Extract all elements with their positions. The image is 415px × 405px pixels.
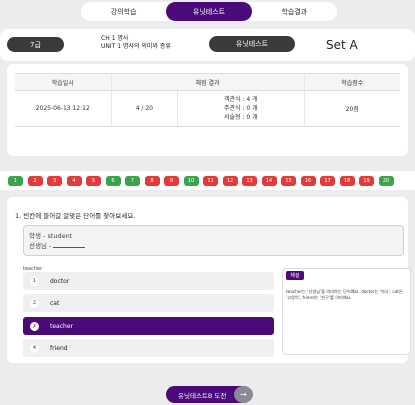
question-number-9[interactable]: 9 (164, 176, 179, 186)
tab-unit-test[interactable]: 유닛테스트 (166, 2, 252, 21)
option-number: 4 (30, 343, 39, 353)
tab-results[interactable]: 학습결과 (252, 2, 337, 21)
explanation-badge: 해설 (286, 271, 304, 280)
question-card: 1. 빈칸에 들어갈 알맞은 단어를 찾아보세요. 학생 - student 선… (7, 197, 411, 363)
lesson-header: 7급 CH 1 명사 UNIT 1 명사의 의미와 종류 유닛테스트 Set A (0, 29, 415, 61)
option-text: friend (50, 344, 68, 352)
explanation-panel: 해설 teacher는 '선생님'을 의미하는 단어예요. doctor는 '의… (282, 268, 411, 355)
wrong-mark-icon: ✗ (30, 321, 39, 331)
grade-badge: 7급 (7, 37, 64, 52)
option-2[interactable]: 2 cat (23, 294, 274, 312)
option-1[interactable]: 1 doctor (23, 272, 274, 290)
result-card: 학습일시 채점 결과 학습점수 2025-06-13 12:12 4 / 20 … (7, 64, 408, 156)
result-table: 학습일시 채점 결과 학습점수 2025-06-13 12:12 4 / 20 … (15, 73, 400, 127)
question-number-7[interactable]: 7 (125, 176, 140, 186)
option-number: 1 (30, 276, 39, 286)
challenge-unit-test-b-button[interactable]: 유닛테스트B 도전 → (166, 386, 253, 403)
question-number-1[interactable]: 1 (8, 176, 23, 186)
option-text: teacher (50, 322, 73, 330)
question-number-17[interactable]: 17 (320, 176, 335, 186)
question-prompt: 학생 - student 선생님 - (23, 225, 404, 256)
result-types: 객관식 : 4 개 주관식 : 0 개 서술형 : 0 개 (177, 90, 304, 127)
result-correct: 4 / 20 (110, 90, 178, 127)
chapter-title: CH 1 명사 (101, 35, 129, 42)
set-label: Set A (326, 38, 358, 52)
explanation-text: teacher는 '선생님'을 의미하는 단어예요. doctor는 '의사',… (286, 289, 403, 300)
arrow-right-icon[interactable]: → (234, 386, 253, 403)
option-3[interactable]: ✗ teacher (23, 317, 274, 335)
question-number-strip: 1 2 3 4 5 6 7 8 9 10 11 12 13 14 15 16 17 18 19 20 (0, 171, 415, 190)
objective-count: 객관식 : 4 개 (224, 96, 258, 103)
prompt-line-1: 학생 - student (29, 232, 73, 240)
unit-test-badge: 유닛테스트 (209, 36, 295, 52)
question-number-6[interactable]: 6 (105, 176, 121, 186)
question-number-15[interactable]: 15 (281, 176, 296, 186)
question-number-3[interactable]: 3 (47, 176, 62, 186)
descriptive-count: 서술형 : 0 개 (224, 114, 258, 121)
chapter-info: CH 1 명사 UNIT 1 명사의 의미와 종류 (101, 35, 171, 51)
question-number-19[interactable]: 19 (359, 176, 374, 186)
option-4[interactable]: 4 friend (23, 339, 274, 357)
blank-line (53, 242, 86, 248)
question-number-8[interactable]: 8 (144, 176, 160, 186)
option-text: doctor (50, 277, 70, 285)
tab-lecture[interactable]: 강의학습 (81, 2, 166, 21)
cta-label: 유닛테스트B 도전 (178, 391, 227, 400)
option-text: cat (50, 299, 60, 307)
subjective-count: 주관식 : 0 개 (224, 105, 258, 112)
question-number-20[interactable]: 20 (378, 176, 394, 186)
question-number-13[interactable]: 13 (242, 176, 257, 186)
question-number-12[interactable]: 12 (222, 176, 238, 186)
top-tab-bar: 강의학습 유닛테스트 학습결과 (81, 2, 337, 21)
header-grading: 채점 결과 (110, 73, 304, 91)
question-number-18[interactable]: 18 (339, 176, 355, 186)
question-number-5[interactable]: 5 (86, 176, 101, 186)
question-number-16[interactable]: 16 (300, 176, 316, 186)
question-title: 1. 빈칸에 들어갈 알맞은 단어를 찾아보세요. (15, 212, 136, 220)
unit-title: UNIT 1 명사의 의미와 종류 (101, 43, 171, 50)
result-score: 20점 (303, 90, 400, 127)
result-date: 2025-06-13 12:12 (15, 90, 111, 127)
header-score: 학습점수 (303, 73, 400, 91)
question-number-10[interactable]: 10 (183, 176, 199, 186)
question-number-2[interactable]: 2 (27, 176, 43, 186)
question-number-11[interactable]: 11 (203, 176, 218, 186)
header-date: 학습일시 (15, 73, 111, 91)
prompt-line-2: 선생님 - (29, 241, 403, 251)
question-number-14[interactable]: 14 (261, 176, 277, 186)
option-number: 2 (30, 298, 39, 308)
question-number-4[interactable]: 4 (66, 176, 82, 186)
